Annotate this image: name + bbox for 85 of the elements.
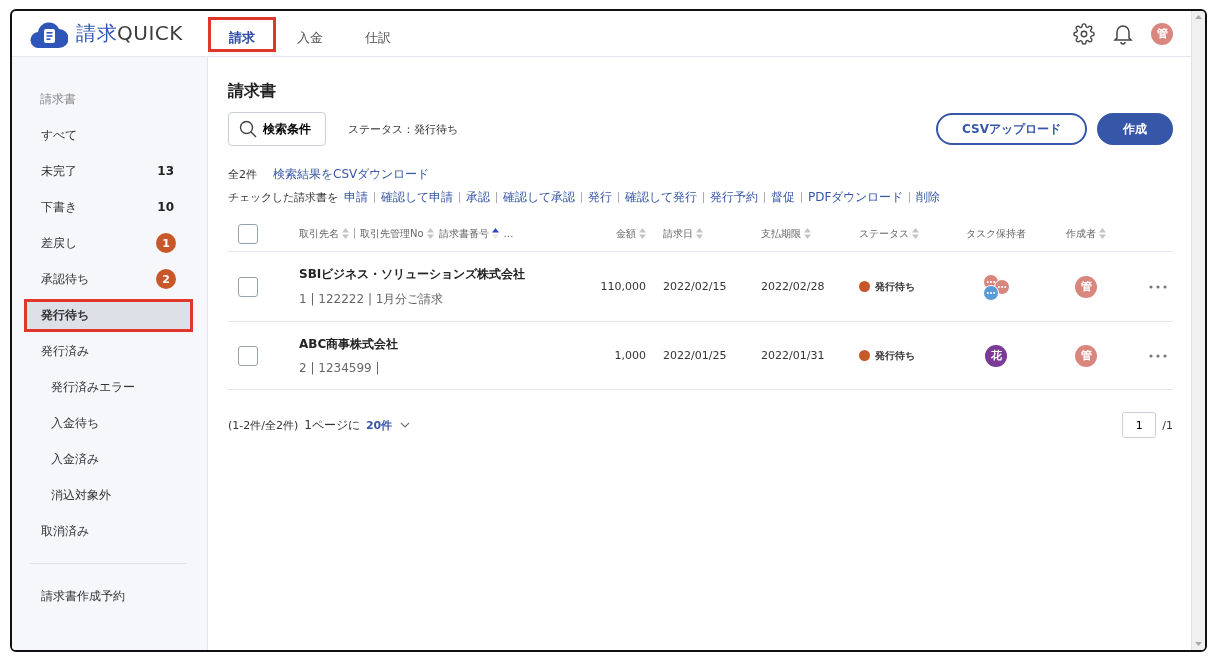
settings-icon [1073,22,1095,45]
result-range: (1-2件/全2件) [228,417,299,433]
select-all-checkbox[interactable] [238,223,258,244]
notifications-button[interactable] [1113,22,1133,45]
invoice-date-cell-text: 2022/01/25 [662,349,728,362]
notification-bell-icon [1113,22,1133,45]
create-button[interactable]: 作成 [1097,113,1173,145]
sidebar-item[interactable]: 取消済み [24,513,193,549]
bulk-action-link[interactable]: 削除 [916,189,941,206]
invoice-date-cell-text: 2022/02/15 [662,280,728,293]
page-title: 請求書 [228,81,277,102]
invoice-details: 2 | 1234599 | [299,361,381,375]
sidebar-item[interactable]: 請求書作成予約 [24,578,193,614]
bulk-action-link[interactable]: 発行予約 [710,189,758,206]
count-badge: 1 [156,233,176,253]
per-page-selector[interactable]: 20件 [365,417,411,433]
bulk-action-label: チェックした請求書を [228,190,338,205]
column-header[interactable]: ステータス [859,226,956,241]
sidebar-item[interactable]: すべて [24,117,193,153]
item-count: 10 [157,200,174,214]
bulk-action-link[interactable]: PDFダウンロード [808,189,904,206]
client-name: ABC商事株式会社 [299,336,400,353]
column-header[interactable]: 請求書番号 [438,226,499,241]
column-header[interactable]: 作成者 [1036,226,1136,241]
logo-wordmark: 請求QUICK [76,20,183,47]
sidebar-item[interactable]: 消込対象外 [24,477,193,513]
more-icon[interactable] [1149,284,1167,289]
total-count: 全2件 [228,167,257,182]
nav-tab[interactable]: 入金 [276,17,344,52]
per-page-label: 1ページに [304,416,360,434]
sort-icon[interactable] [491,228,499,239]
amount-cell-text: 1,000 [613,349,646,362]
sidebar-item[interactable]: 承認待ち 2 [24,261,193,297]
creator-avatar: 管 [1075,275,1097,298]
search-icon [239,120,257,138]
due-date-cell-text: 2022/02/28 [761,280,826,293]
bulk-action-link[interactable]: 申請 [344,189,368,206]
sidebar-item[interactable]: 下書き 10 [24,189,193,225]
row-checkbox[interactable] [238,276,258,297]
sidebar-section-label: 請求書 [39,90,77,108]
sidebar-item[interactable]: 発行待ち [24,299,193,332]
status-text: 発行待ち [875,348,915,363]
more-icon[interactable] [1149,353,1167,358]
bulk-action-link[interactable]: 確認して承認 [503,189,575,206]
row-checkbox[interactable] [238,345,258,366]
settings-button[interactable] [1073,22,1095,45]
total-pages: /1 [1162,418,1173,432]
sidebar-item[interactable]: 差戻し 1 [24,225,193,261]
count-badge: 2 [156,269,176,289]
task-holder-avatar: 花 [985,344,1007,367]
sidebar-item[interactable]: 入金待ち [24,405,193,441]
sidebar-item[interactable]: 未完了 13 [24,153,193,189]
creator-avatar: 管 [1075,344,1097,367]
scroll-up-icon[interactable] [1195,15,1202,19]
sidebar-item[interactable]: 発行済みエラー [24,369,193,405]
scroll-down-icon[interactable] [1195,642,1202,646]
status-filter-text: ステータス：発行待ち [348,121,458,137]
bulk-action-link[interactable]: 発行 [588,189,612,206]
sidebar-item[interactable]: 入金済み [24,441,193,477]
column-header[interactable]: 金額 [566,226,646,241]
cloud-document-logo-icon [30,19,68,48]
sidebar-item[interactable]: 発行済み [24,333,193,369]
csv-download-link[interactable]: 検索結果をCSVダウンロード [273,166,430,183]
column-header[interactable]: … [503,228,514,239]
csv-upload-button[interactable]: CSVアップロード [936,113,1087,145]
bulk-action-link[interactable]: 督促 [771,189,795,206]
search-conditions-button[interactable]: 検索条件 [228,112,326,146]
status-text: 発行待ち [875,279,915,294]
column-header[interactable]: 取引先管理No [360,226,434,241]
nav-tab[interactable]: 請求 [208,17,276,52]
bulk-action-link[interactable]: 承認 [466,189,490,206]
amount-cell-text: 110,000 [599,280,646,293]
column-header[interactable]: 請求日 [646,226,761,241]
page-number-field[interactable]: 1 [1122,412,1157,438]
bulk-action-link[interactable]: 確認して発行 [625,189,697,206]
client-name: SBIビジネス・ソリューションズ株式会社 [299,265,527,283]
column-header[interactable]: 取引先名 [299,226,349,241]
invoice-details: 1 | 122222 | 1月分ご請求 [299,290,445,308]
due-date-cell-text: 2022/01/31 [761,349,826,362]
column-header[interactable]: 支払期限 [761,226,859,241]
item-count: 13 [157,164,174,178]
column-header[interactable]: タスク保持者 [956,226,1036,241]
chevron-down-icon [400,422,411,428]
bulk-action-link[interactable]: 確認して申請 [381,189,453,206]
nav-tab[interactable]: 仕訳 [344,17,412,52]
